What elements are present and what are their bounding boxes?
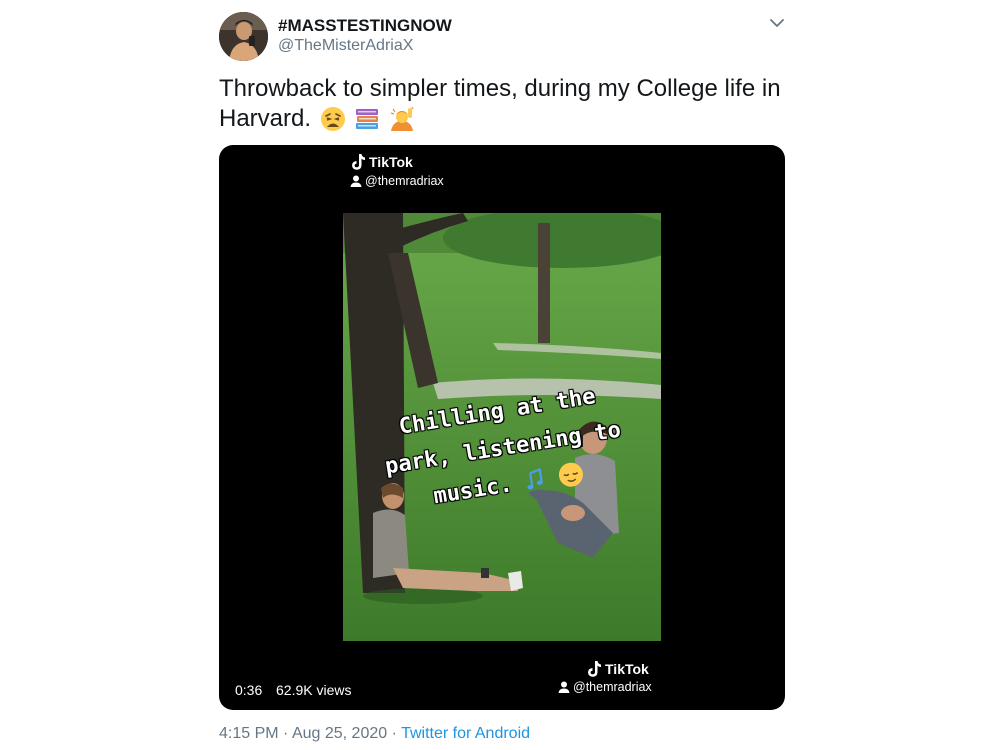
tweet-text-line1: Throwback to simpler times, during my Co… [219,75,781,102]
books-emoji-icon [356,109,379,129]
user-handle[interactable]: @TheMisterAdriaX [278,37,413,55]
relieved-face-emoji-icon [558,462,583,487]
tweet-text-line2: Harvard. [219,105,312,132]
tweet-time[interactable]: 4:15 PM [219,725,279,742]
user-display-name[interactable]: #MASSTESTINGNOW [278,16,452,36]
person-raising-hand-emoji-icon [390,106,414,131]
avatar-photo [219,12,268,61]
video-views: 62.9K views [276,682,352,698]
tweet-meta: 4:15 PM · Aug 25, 2020 · Twitter for And… [219,725,530,743]
user-icon [558,681,570,693]
caption-line-3-text: music. [431,472,515,510]
video-player[interactable]: TikTok @themradriax Chilling at the park… [219,145,785,710]
tweet: #MASSTESTINGNOW @TheMisterAdriaX Throwba… [0,0,1000,750]
meta-separator: · [391,725,397,742]
tiktok-brand-top: TikTok [369,154,413,170]
tiktok-watermark-bottom: TikTok [586,660,649,678]
tiktok-watermark-top: TikTok [350,153,413,171]
tiktok-logo-icon [588,661,601,677]
tweet-text: Throwback to simpler times, during my Co… [219,74,789,134]
tiktok-username-bottom: @themradriax [558,680,652,694]
user-icon [350,175,362,187]
tweet-source-link[interactable]: Twitter for Android [401,725,530,742]
avatar[interactable] [219,12,268,61]
music-notes-icon [527,468,543,490]
meta-separator: · [283,725,289,742]
video-duration: 0:36 [235,682,263,698]
weary-face-emoji-icon [320,107,345,131]
chevron-down-icon[interactable] [766,14,788,32]
tiktok-logo-icon [352,154,365,170]
tiktok-username-bottom-text: @themradriax [573,680,652,694]
tiktok-username-top-text: @themradriax [365,174,444,188]
tweet-date[interactable]: Aug 25, 2020 [292,725,387,742]
tiktok-brand-bottom: TikTok [605,661,649,677]
tiktok-username-top: @themradriax [350,174,444,188]
